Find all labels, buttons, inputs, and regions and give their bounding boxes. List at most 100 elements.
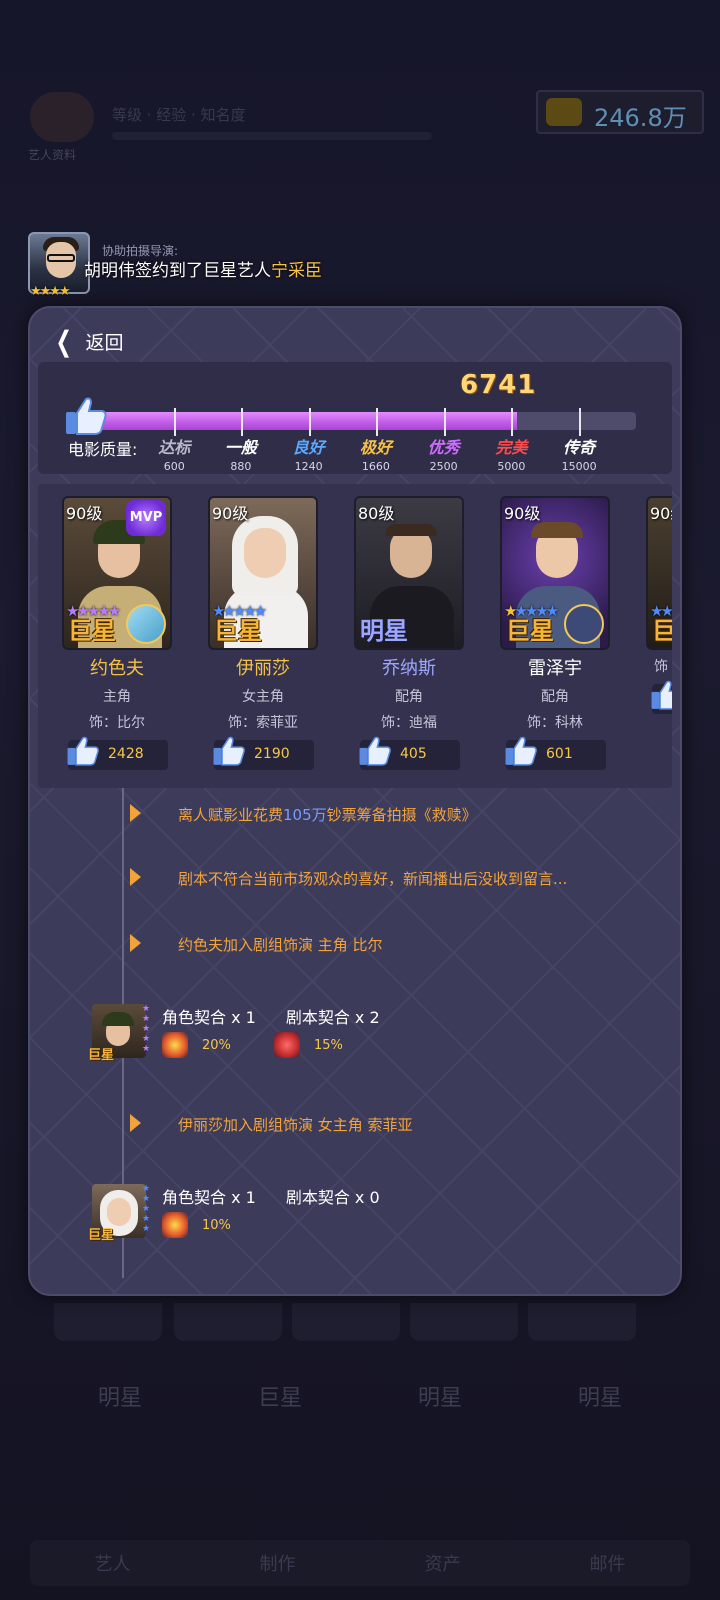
actor-card[interactable]: 90级 ★★★★★ 巨星 雷泽宇 配角 饰：科林 601 bbox=[500, 496, 620, 770]
likes-count: 405 bbox=[400, 746, 427, 762]
actor-character: 饰：比尔 bbox=[89, 715, 145, 731]
arrow-right-icon bbox=[130, 868, 141, 886]
actor-character: 饰 bbox=[654, 659, 668, 675]
event-text-part: 钞票筹备拍摄《救赎》 bbox=[326, 806, 477, 824]
actor-rank: 巨 bbox=[652, 611, 672, 646]
quality-level: 优秀 2500 bbox=[414, 434, 474, 473]
arrow-right-icon bbox=[130, 934, 141, 952]
actor-rank: 明星 bbox=[360, 617, 408, 645]
quality-progress-fill bbox=[94, 412, 517, 430]
actor-rank: 巨星 bbox=[506, 617, 554, 645]
quality-level: 完美 5000 bbox=[481, 434, 541, 473]
actor-level: 90级 bbox=[212, 504, 249, 523]
quality-level-value: 5000 bbox=[497, 460, 526, 473]
quality-tick bbox=[511, 408, 514, 436]
movie-quality-section: 6741 电影质量: 达标 600 一般 880 良好 1240 极好 1660 优秀 2500 完… bbox=[38, 362, 672, 474]
likes-counter bbox=[651, 680, 672, 714]
nav-item-assets[interactable]: 资产 bbox=[425, 1550, 461, 1576]
quality-level: 良好 1240 bbox=[279, 434, 339, 473]
likes-counter: 2428 bbox=[67, 736, 168, 770]
actor-character: 饰：索菲亚 bbox=[228, 715, 298, 731]
event-text: 剧本不符合当前市场观众的喜好，新闻播出后没收到留言... bbox=[178, 870, 568, 888]
actor-hair bbox=[385, 524, 437, 536]
quality-score: 6741 bbox=[460, 370, 537, 400]
bonus-percent: 15% bbox=[314, 1038, 343, 1053]
likes-counter: 405 bbox=[359, 736, 460, 770]
role-fit: 角色契合 x 1 bbox=[162, 1188, 256, 1207]
actor-card[interactable]: 90级 MVP ★★★★★ 巨星 约色夫 主角 饰：比尔 2428 bbox=[62, 496, 182, 770]
bg-rank-labels: 明星 巨星 明星 明星 bbox=[40, 1380, 680, 1412]
event-text: 离人赋影业花费105万钞票筹备拍摄《救赎》 bbox=[178, 804, 477, 825]
quality-level-name: 完美 bbox=[495, 438, 528, 457]
actor-hair bbox=[531, 522, 583, 538]
nav-item-artists[interactable]: 艺人 bbox=[95, 1550, 131, 1576]
actor-level: 90级 bbox=[650, 504, 672, 523]
bg-rank-label: 明星 bbox=[417, 1386, 462, 1411]
bg-slot bbox=[410, 1303, 518, 1341]
thumbs-up-icon bbox=[66, 397, 107, 435]
quality-level-name: 极好 bbox=[359, 438, 392, 457]
likes-count: 2428 bbox=[108, 746, 144, 762]
likes-count: 2190 bbox=[254, 746, 290, 762]
quality-level: 一般 880 bbox=[211, 434, 271, 473]
quality-level-name: 优秀 bbox=[427, 438, 460, 457]
actor-name: 约色夫 bbox=[90, 658, 144, 679]
actor-card[interactable]: 90级 ★★★★★ 巨星 伊丽莎 女主角 饰：索菲亚 2190 bbox=[208, 496, 328, 770]
news-ticker: ★★★★ 协助拍摄导演: 胡明伟签约到了巨星艺人宁采臣 bbox=[28, 232, 428, 302]
thumbs-up-icon bbox=[359, 736, 391, 766]
actor-level: 90级 bbox=[66, 504, 103, 523]
quality-level: 达标 600 bbox=[144, 434, 204, 473]
actor-rank: 巨星 bbox=[88, 1228, 115, 1243]
event-text: 约色夫加入剧组饰演 主角 比尔 bbox=[178, 936, 383, 954]
quality-level-value: 600 bbox=[163, 460, 185, 473]
quality-level-value: 15000 bbox=[561, 460, 597, 473]
bg-slot bbox=[174, 1303, 282, 1341]
event-text: 伊丽莎加入剧组饰演 女主角 索菲亚 bbox=[178, 1116, 413, 1134]
avatar bbox=[30, 92, 94, 142]
bg-rank-label: 明星 bbox=[97, 1386, 142, 1411]
actor-portrait: 90级 ★★ 巨 bbox=[646, 496, 672, 650]
actor-role: 配角 bbox=[541, 689, 569, 705]
thumbs-up-icon bbox=[651, 680, 672, 710]
fit-entry: ★ ★ ★ ★ ★ 巨星 角色契合 x 1 剧本契合 x 0 10% bbox=[88, 1184, 552, 1254]
actor-card[interactable]: 80级 明星 乔纳斯 配角 饰：迪福 405 bbox=[354, 496, 474, 770]
star-rating-icon: ★★★★★ bbox=[142, 1004, 151, 1054]
thumbs-up-icon bbox=[505, 736, 537, 766]
back-button[interactable]: ❮ 返回 bbox=[52, 325, 124, 358]
actor-level: 80级 bbox=[358, 504, 395, 523]
likes-counter: 601 bbox=[505, 736, 606, 770]
actor-rank: 巨星 bbox=[88, 1048, 115, 1063]
cast-list: 90级 MVP ★★★★★ 巨星 约色夫 主角 饰：比尔 2428 90级 ★★… bbox=[38, 484, 672, 788]
actor-card[interactable]: 90级 ★★ 巨 饰 bbox=[646, 496, 672, 714]
script-icon bbox=[274, 1032, 300, 1058]
arrow-right-icon bbox=[130, 1114, 141, 1132]
nav-item-production[interactable]: 制作 bbox=[260, 1550, 296, 1576]
bg-slot bbox=[528, 1303, 636, 1341]
quality-label: 电影质量: bbox=[68, 440, 138, 459]
actor-role: 主角 bbox=[103, 689, 131, 705]
actor-portrait: 80级 明星 bbox=[354, 496, 464, 650]
script-fit: 剧本契合 x 2 bbox=[285, 1008, 380, 1027]
actor-name: 雷泽宇 bbox=[528, 658, 582, 679]
glasses-icon bbox=[47, 254, 75, 262]
movie-report-panel: ❮ 返回 6741 电影质量: 达标 600 一般 880 良好 1240 极好 1660 优秀… bbox=[28, 306, 682, 1296]
explosion-icon bbox=[162, 1212, 188, 1238]
actor-role: 配角 bbox=[395, 689, 423, 705]
role-fit: 角色契合 x 1 bbox=[162, 1008, 256, 1027]
quality-level-value: 1660 bbox=[361, 460, 390, 473]
event-text-part: 离人赋影业花费 bbox=[178, 806, 284, 824]
likes-count: 601 bbox=[546, 746, 573, 762]
event-highlight: 105万 bbox=[283, 806, 327, 824]
quality-tick bbox=[579, 408, 582, 436]
actor-level: 90级 bbox=[504, 504, 541, 523]
quality-tick bbox=[308, 408, 311, 436]
explosion-icon bbox=[162, 1032, 188, 1058]
actor-name: 乔纳斯 bbox=[382, 658, 436, 679]
bg-rank-label: 明星 bbox=[577, 1386, 622, 1411]
quality-tick bbox=[443, 408, 446, 436]
bg-slot bbox=[54, 1303, 162, 1341]
actor-character: 饰：科林 bbox=[527, 715, 583, 731]
quality-tick bbox=[174, 408, 177, 436]
thumbs-up-icon bbox=[213, 736, 245, 766]
nav-item-mail[interactable]: 邮件 bbox=[590, 1550, 626, 1576]
